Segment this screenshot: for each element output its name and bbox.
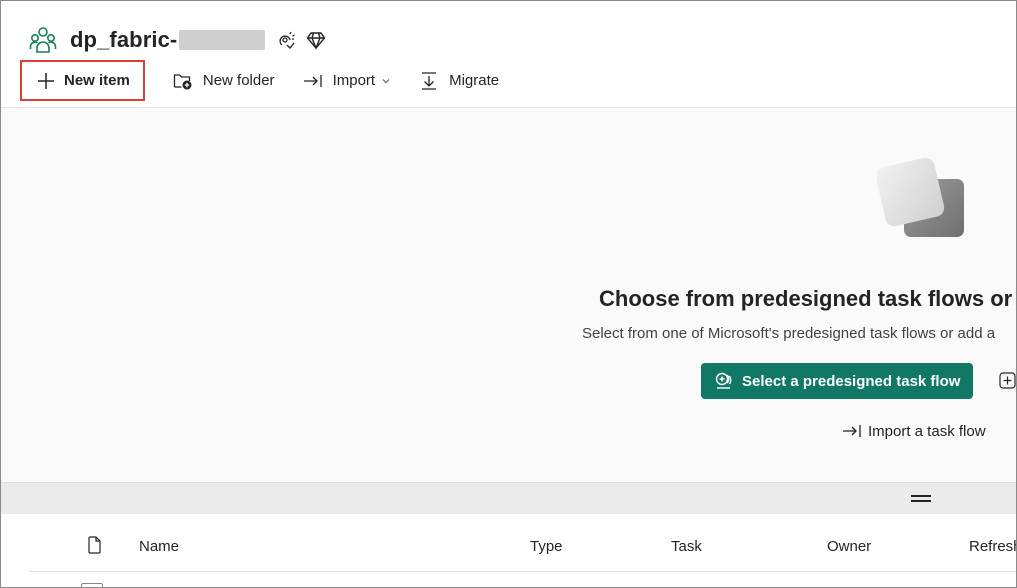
migrate-label: Migrate (449, 72, 500, 89)
redacted-workspace-suffix (179, 30, 266, 50)
select-predesigned-task-flow-label: Select a predesigned task flow (742, 372, 961, 390)
add-task-flow-icon[interactable] (998, 371, 1016, 389)
select-predesigned-task-flow-button[interactable]: Select a predesigned task flow (701, 363, 974, 399)
workspace-window: dp_fabric- New item New folder Import Mi… (0, 0, 1017, 588)
workspace-identity-icon[interactable] (275, 29, 297, 51)
empty-state-subtitle: Select from one of Microsoft's predesign… (582, 325, 996, 342)
column-header-task[interactable]: Task (671, 538, 702, 555)
migrate-icon (419, 71, 439, 91)
file-type-icon (87, 536, 103, 554)
task-flow-illustration (877, 157, 964, 237)
workspace-title-row: dp_fabric- (28, 25, 327, 55)
import-arrow-icon (303, 71, 323, 91)
workspace-name: dp_fabric- (70, 27, 178, 52)
workspace-people-icon (28, 25, 58, 55)
table-header: Name Type Task Owner Refresh (29, 514, 1016, 572)
column-header-refresh[interactable]: Refresh (969, 538, 1016, 555)
chevron-down-icon (381, 76, 391, 86)
column-header-owner[interactable]: Owner (827, 538, 871, 555)
import-dropdown-button[interactable]: Import (289, 60, 406, 101)
panel-splitter (1, 482, 1016, 514)
empty-state-title: Choose from predesigned task flows or a (599, 286, 1017, 311)
task-flow-icon (715, 371, 735, 391)
resize-grip-icon[interactable] (911, 495, 931, 502)
column-header-name[interactable]: Name (139, 538, 179, 555)
import-task-flow-link[interactable]: Import a task flow (842, 421, 986, 441)
import-task-flow-label: Import a task flow (868, 422, 986, 440)
premium-diamond-icon[interactable] (305, 29, 327, 51)
import-arrow-icon (842, 421, 862, 441)
empty-state-panel: Choose from predesigned task flows or a … (1, 109, 1016, 482)
migrate-button[interactable]: Migrate (405, 60, 513, 101)
items-table: Name Type Task Owner Refresh (1, 514, 1016, 587)
new-folder-icon (173, 71, 193, 91)
workspace-header: dp_fabric- New item New folder Import Mi… (1, 1, 1016, 108)
plus-icon (36, 71, 56, 91)
row-checkbox[interactable] (81, 583, 103, 587)
import-label: Import (332, 72, 376, 89)
new-folder-label: New folder (202, 72, 275, 89)
workspace-toolbar: New item New folder Import Migrate (20, 60, 513, 101)
column-header-type[interactable]: Type (530, 538, 563, 555)
new-folder-button[interactable]: New folder (159, 60, 289, 101)
new-item-button[interactable]: New item (20, 60, 145, 101)
new-item-label: New item (64, 72, 130, 89)
